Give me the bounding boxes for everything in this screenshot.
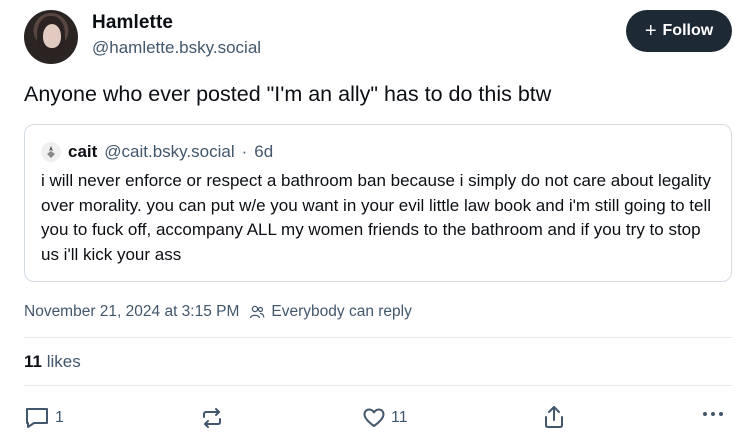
quoted-post-card[interactable]: cait @cait.bsky.social · 6d i will never… — [24, 124, 732, 282]
post-text: Anyone who ever posted "I'm an ally" has… — [24, 82, 552, 106]
like-button[interactable]: 11 — [362, 406, 408, 430]
author-display-name[interactable]: Hamlette — [92, 12, 173, 34]
quoted-post-age: 6d — [254, 142, 274, 161]
quoted-separator: · — [241, 142, 248, 161]
reply-count: 1 — [55, 409, 64, 426]
more-options-button[interactable] — [702, 410, 724, 418]
post-meta: November 21, 2024 at 3:15 PM Everybody c… — [24, 303, 412, 321]
author-handle[interactable]: @hamlette.bsky.social — [92, 38, 261, 58]
quoted-post-text: i will never enforce or respect a bathro… — [41, 171, 712, 264]
quoted-author-handle[interactable]: @cait.bsky.social — [104, 142, 234, 162]
post-actions: 1 11 — [0, 402, 752, 434]
people-icon — [250, 305, 265, 319]
likes-label: likes — [46, 352, 81, 371]
follow-button[interactable]: + Follow — [626, 10, 732, 52]
quoted-author-name[interactable]: cait — [68, 142, 97, 162]
repost-icon — [203, 408, 221, 428]
share-button[interactable] — [542, 404, 566, 430]
author-avatar[interactable] — [24, 10, 78, 64]
divider-bottom — [24, 385, 732, 386]
likes-stat[interactable]: 11 likes — [24, 352, 81, 372]
plus-icon: + — [644, 20, 657, 42]
quoted-avatar-glyph-icon — [47, 146, 55, 158]
share-icon — [545, 406, 563, 428]
reply-setting[interactable]: Everybody can reply — [249, 303, 412, 321]
reply-setting-label: Everybody can reply — [271, 303, 412, 320]
divider-top — [24, 337, 732, 338]
like-count: 11 — [391, 409, 408, 426]
reply-button[interactable]: 1 — [24, 406, 64, 430]
quoted-post-header: cait @cait.bsky.social · 6d — [41, 142, 273, 162]
more-icon — [703, 412, 723, 416]
reply-icon — [26, 408, 48, 428]
follow-label: Follow — [662, 22, 714, 39]
heart-icon — [363, 408, 385, 427]
quoted-author-avatar[interactable] — [41, 142, 61, 162]
likes-count: 11 — [24, 352, 42, 371]
repost-button[interactable] — [200, 406, 224, 430]
post-timestamp: November 21, 2024 at 3:15 PM — [24, 303, 240, 320]
